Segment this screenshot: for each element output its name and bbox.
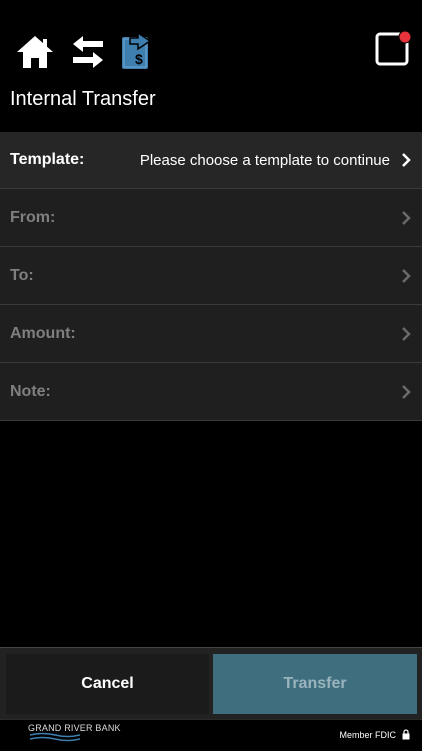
transfer-form: Template: Please choose a template to co… [0,132,422,421]
to-row[interactable]: To: [0,247,422,305]
transfer-arrows-icon [73,36,103,68]
money-transfer-icon: $ [122,31,152,69]
top-bar: $ Internal Transfer [0,0,422,132]
lock-icon [402,729,410,740]
home-button[interactable] [14,32,56,72]
chevron-right-icon [402,268,411,283]
notifications-button[interactable] [374,30,412,68]
chevron-right-icon [402,210,411,225]
action-bar: Cancel Transfer [0,647,422,720]
chevron-right-icon [402,153,411,167]
amount-row[interactable]: Amount: [0,305,422,363]
template-label: Template: [10,151,85,168]
to-label: To: [10,266,34,284]
svg-text:$: $ [135,51,143,67]
chevron-right-icon [402,326,411,341]
logo-waves-icon [30,732,80,742]
from-row[interactable]: From: [0,189,422,247]
page-title: Internal Transfer [10,88,156,110]
transfers-button[interactable] [68,32,108,72]
note-row[interactable]: Note: [0,363,422,421]
home-icon [17,36,53,68]
template-row[interactable]: Template: Please choose a template to co… [0,132,422,189]
template-value: Please choose a template to continue [139,151,390,169]
footer: GRAND RIVER BANK Member FDIC [0,719,422,751]
money-transfer-button[interactable]: $ [116,30,158,72]
chevron-right-icon [402,384,411,399]
note-label: Note: [10,382,51,400]
transfer-button[interactable]: Transfer [213,654,417,714]
notification-icon [375,30,412,66]
member-fdic-text: Member FDIC [339,730,396,740]
amount-label: Amount: [10,324,76,342]
from-label: From: [10,208,56,226]
cancel-button[interactable]: Cancel [6,654,209,714]
